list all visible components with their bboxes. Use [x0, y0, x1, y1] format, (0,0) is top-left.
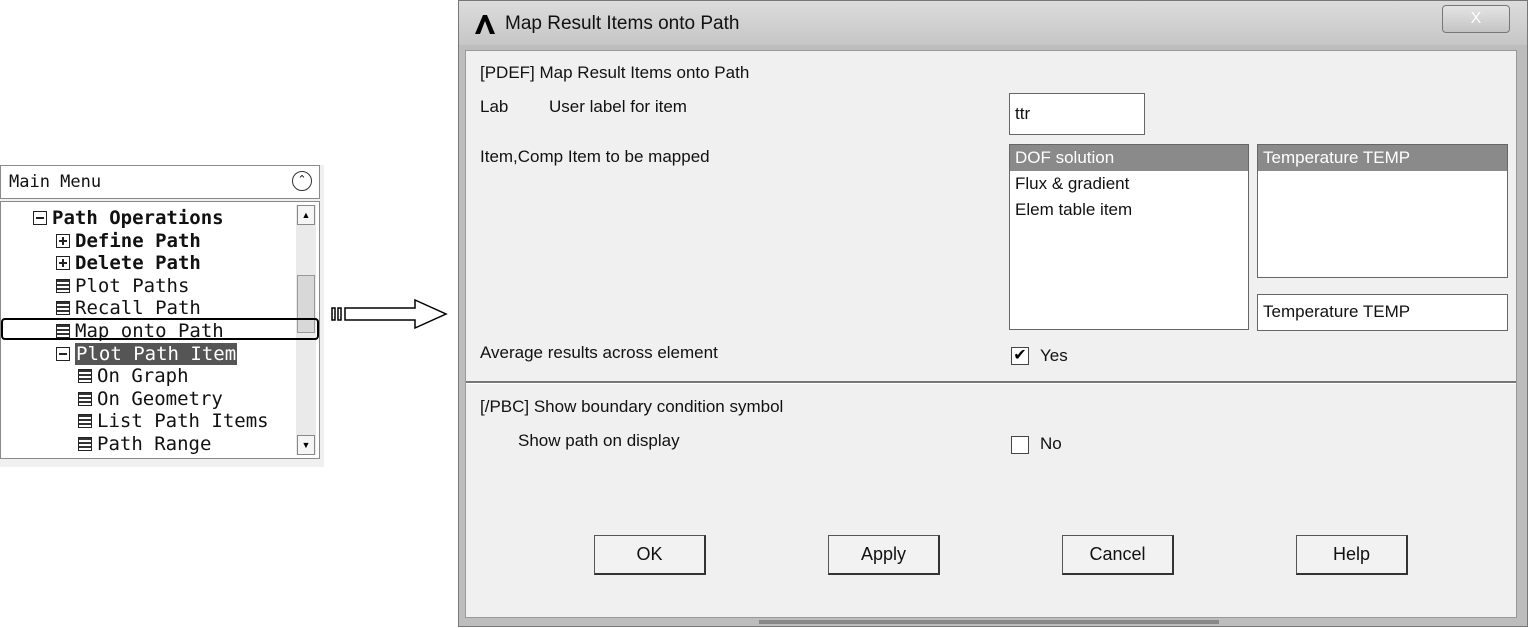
plus-box-icon: [56, 256, 70, 270]
menu-item-path-operations[interactable]: Path Operations: [33, 207, 224, 229]
list-item-dof-solution[interactable]: DOF solution: [1010, 145, 1248, 171]
menu-item-plot-paths[interactable]: Plot Paths: [56, 275, 189, 297]
average-value: Yes: [1040, 346, 1068, 365]
show-path-label: Show path on display: [518, 431, 680, 450]
scroll-up-icon[interactable]: ▲: [297, 205, 315, 225]
menu-leaf-icon: [78, 369, 92, 383]
menu-item-delete-path[interactable]: Delete Path: [56, 252, 201, 274]
item-listbox[interactable]: DOF solution Flux & gradient Elem table …: [1009, 144, 1249, 330]
plus-box-icon: [56, 234, 70, 248]
main-menu-panel: Main Menu ⌃ Path Operations Define Path …: [0, 165, 324, 467]
scroll-down-icon[interactable]: ▼: [297, 435, 315, 455]
item-comp-label: Item,Comp Item to be mapped: [480, 147, 710, 166]
main-menu-title: Main Menu: [9, 172, 102, 192]
minus-box-icon: [33, 211, 47, 225]
list-item-flux-gradient[interactable]: Flux & gradient: [1010, 171, 1248, 197]
lab-description: User label for item: [549, 97, 687, 116]
menu-item-on-geometry[interactable]: On Geometry: [78, 388, 223, 410]
apply-button[interactable]: Apply: [828, 535, 940, 575]
ok-button[interactable]: OK: [594, 535, 706, 575]
show-path-checkbox[interactable]: [1011, 436, 1029, 454]
show-path-value: No: [1040, 434, 1062, 453]
average-label: Average results across element: [480, 343, 718, 362]
menu-leaf-icon: [56, 279, 70, 293]
minus-box-icon: [56, 347, 70, 361]
menu-item-list-path-items[interactable]: List Path Items: [78, 410, 269, 432]
menu-item-plot-path-item[interactable]: Plot Path Item: [56, 343, 238, 365]
cancel-button[interactable]: Cancel: [1062, 535, 1174, 575]
menu-leaf-icon: [78, 414, 92, 428]
close-button[interactable]: X: [1442, 5, 1510, 33]
average-checkbox[interactable]: ✔: [1011, 347, 1029, 365]
menu-item-on-graph[interactable]: On Graph: [78, 365, 189, 387]
dialog-titlebar[interactable]: Map Result Items onto Path X: [459, 1, 1527, 45]
section-divider: [466, 381, 1516, 384]
list-item-elem-table[interactable]: Elem table item: [1010, 197, 1248, 223]
menu-leaf-icon: [56, 301, 70, 315]
list-item-temperature[interactable]: Temperature TEMP: [1258, 145, 1507, 171]
dialog-scroll-edge: [759, 620, 1219, 624]
menu-item-path-range[interactable]: Path Range: [78, 433, 211, 455]
menu-item-recall-path[interactable]: Recall Path: [56, 297, 201, 319]
dialog-title: Map Result Items onto Path: [505, 13, 740, 34]
close-icon: X: [1470, 10, 1482, 27]
pdef-header: [PDEF] Map Result Items onto Path: [480, 63, 750, 82]
map-onto-path-highlight: [1, 318, 319, 340]
main-menu-header: Main Menu ⌃: [0, 165, 320, 199]
lab-input[interactable]: ttr: [1009, 93, 1145, 135]
map-result-dialog: Map Result Items onto Path X [PDEF] Map …: [458, 0, 1528, 627]
comp-listbox[interactable]: Temperature TEMP: [1257, 144, 1508, 278]
menu-leaf-icon: [78, 392, 92, 406]
ansys-logo-icon: [475, 15, 495, 34]
comp-value-field[interactable]: Temperature TEMP: [1257, 294, 1508, 331]
help-button[interactable]: Help: [1296, 535, 1408, 575]
dialog-content: [PDEF] Map Result Items onto Path Lab Us…: [465, 50, 1517, 618]
menu-leaf-icon: [78, 437, 92, 451]
collapse-icon[interactable]: ⌃: [292, 171, 312, 191]
menu-item-define-path[interactable]: Define Path: [56, 230, 201, 252]
right-arrow-icon: [331, 298, 448, 330]
lab-label: Lab: [480, 97, 509, 116]
pbc-header: [/PBC] Show boundary condition symbol: [480, 397, 784, 416]
